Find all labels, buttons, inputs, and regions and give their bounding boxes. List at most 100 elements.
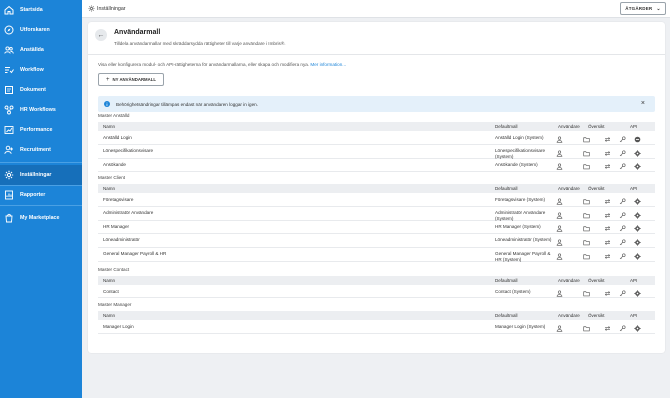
sidebar-item-anstallda[interactable]: Anställda	[0, 41, 82, 59]
transfer-icon[interactable]	[604, 225, 611, 232]
performance-icon	[4, 125, 14, 135]
transfer-icon[interactable]	[604, 253, 611, 260]
chevron-down-icon: ⌄	[656, 5, 661, 12]
new-user-template-button[interactable]: + NY ANVÄNDARMALL	[98, 73, 164, 86]
close-icon[interactable]: ×	[641, 100, 645, 107]
transfer-icon[interactable]	[604, 163, 611, 170]
users-icon[interactable]	[556, 163, 563, 170]
default-template: HR Manager (System)	[495, 224, 541, 229]
sidebar-item-workflow[interactable]: Workflow	[0, 61, 82, 79]
sidebar-item-rapporter[interactable]: Rapporter	[0, 186, 82, 204]
transfer-icon[interactable]	[604, 212, 611, 219]
api-key-icon[interactable]	[619, 212, 626, 219]
top-bar: Inställningar ÅTGÄRDER ⌄	[82, 0, 670, 18]
settings-icon[interactable]	[634, 253, 641, 260]
table-row[interactable]: Ansökande Ansökande (System)	[98, 159, 655, 172]
sidebar-item-startsida[interactable]: Startsida	[0, 1, 82, 19]
sidebar-item-label: Inställningar	[20, 172, 52, 178]
api-key-icon[interactable]	[619, 325, 626, 332]
table-row[interactable]: Anställd Login Anställd Login (System)	[98, 132, 655, 145]
transfer-icon[interactable]	[604, 150, 611, 157]
settings-icon[interactable]	[634, 163, 641, 170]
overview-folder-icon[interactable]	[583, 239, 590, 246]
table-row[interactable]: Företagsvisare Företagsvisare (System)	[98, 194, 655, 207]
table-row[interactable]: General Manager Payroll & HR General Mana…	[98, 248, 655, 262]
overview-folder-icon[interactable]	[583, 163, 590, 170]
transfer-icon[interactable]	[604, 239, 611, 246]
api-key-icon[interactable]	[619, 163, 626, 170]
users-icon[interactable]	[556, 150, 563, 157]
overview-folder-icon[interactable]	[583, 212, 590, 219]
transfer-icon[interactable]	[604, 290, 611, 297]
table-header: Namn Defaultmall Användare Översikt API	[98, 311, 655, 320]
table-row[interactable]: Lönespecifikationsvisare Lönespecifikatio…	[98, 145, 655, 159]
reports-icon	[4, 190, 14, 200]
default-template: Löneadministratör (System)	[495, 237, 552, 242]
api-key-icon[interactable]	[619, 290, 626, 297]
more-info-link[interactable]: Mer information...	[310, 62, 346, 67]
settings-icon[interactable]	[634, 198, 641, 205]
api-key-icon[interactable]	[619, 253, 626, 260]
remove-icon[interactable]	[634, 136, 641, 143]
settings-icon[interactable]	[634, 225, 641, 232]
column-header-users: Användare	[558, 313, 580, 318]
sidebar-item-label: Dokument	[20, 87, 46, 93]
back-button[interactable]: ←	[95, 29, 107, 41]
overview-folder-icon[interactable]	[583, 150, 590, 157]
overview-folder-icon[interactable]	[583, 136, 590, 143]
actions-button[interactable]: ÅTGÄRDER ⌄	[620, 2, 666, 15]
table-row[interactable]: Contact Contact (System)	[98, 286, 655, 298]
arrow-left-icon: ←	[97, 31, 105, 39]
users-icon[interactable]	[556, 212, 563, 219]
users-icon[interactable]	[556, 198, 563, 205]
api-key-icon[interactable]	[619, 239, 626, 246]
sidebar-item-hr-workflows[interactable]: HR Workflows	[0, 101, 82, 119]
sidebar-item-label: HR Workflows	[20, 107, 56, 113]
table-row[interactable]: Administratör Användare Administratör Anv…	[98, 207, 655, 221]
users-icon[interactable]	[556, 290, 563, 297]
sidebar-item-my-marketplace[interactable]: My Marketplace	[0, 209, 82, 227]
settings-icon[interactable]	[634, 150, 641, 157]
table-row[interactable]: Manager Login Manager Login (System)	[98, 321, 655, 334]
overview-folder-icon[interactable]	[583, 253, 590, 260]
user-template-card: ← Användarmall Tilldela användarmallar m…	[88, 22, 665, 353]
settings-icon[interactable]	[634, 290, 641, 297]
api-key-icon[interactable]	[619, 225, 626, 232]
api-key-icon[interactable]	[619, 150, 626, 157]
sidebar-item-recruitment[interactable]: Recruitment	[0, 141, 82, 159]
sidebar-item-dokument[interactable]: Dokument	[0, 81, 82, 99]
column-header-name: Namn	[103, 186, 116, 191]
transfer-icon[interactable]	[604, 136, 611, 143]
gear-icon	[4, 170, 14, 180]
transfer-icon[interactable]	[604, 325, 611, 332]
overview-folder-icon[interactable]	[583, 225, 590, 232]
column-header-users: Användare	[558, 124, 580, 129]
overview-folder-icon[interactable]	[583, 325, 590, 332]
overview-folder-icon[interactable]	[583, 198, 590, 205]
default-template: General Manager Payroll & HR (System)	[495, 251, 551, 262]
api-key-icon[interactable]	[619, 136, 626, 143]
users-icon[interactable]	[556, 239, 563, 246]
home-icon	[4, 5, 14, 15]
sidebar-item-utforskaren[interactable]: Utforskaren	[0, 21, 82, 39]
new-user-template-label: NY ANVÄNDARMALL	[112, 77, 156, 82]
api-key-icon[interactable]	[619, 198, 626, 205]
users-icon[interactable]	[556, 136, 563, 143]
sidebar-item-installningar[interactable]: Inställningar	[0, 165, 82, 185]
sidebar-item-performance[interactable]: Performance	[0, 121, 82, 139]
template-name: Lönespecifikationsvisare	[103, 148, 154, 153]
settings-icon[interactable]	[634, 325, 641, 332]
users-icon[interactable]	[556, 325, 563, 332]
template-name: Contact	[103, 289, 119, 294]
transfer-icon[interactable]	[604, 198, 611, 205]
template-name: HR Manager	[103, 224, 130, 229]
table-row[interactable]: HR Manager HR Manager (System)	[98, 221, 655, 234]
settings-icon[interactable]	[634, 239, 641, 246]
settings-icon[interactable]	[634, 212, 641, 219]
users-icon[interactable]	[556, 253, 563, 260]
hr-workflows-icon	[4, 105, 14, 115]
column-header-api: API	[630, 124, 638, 129]
table-row[interactable]: Löneadministratör Löneadministratör (Syst…	[98, 234, 655, 248]
overview-folder-icon[interactable]	[583, 290, 590, 297]
users-icon[interactable]	[556, 225, 563, 232]
